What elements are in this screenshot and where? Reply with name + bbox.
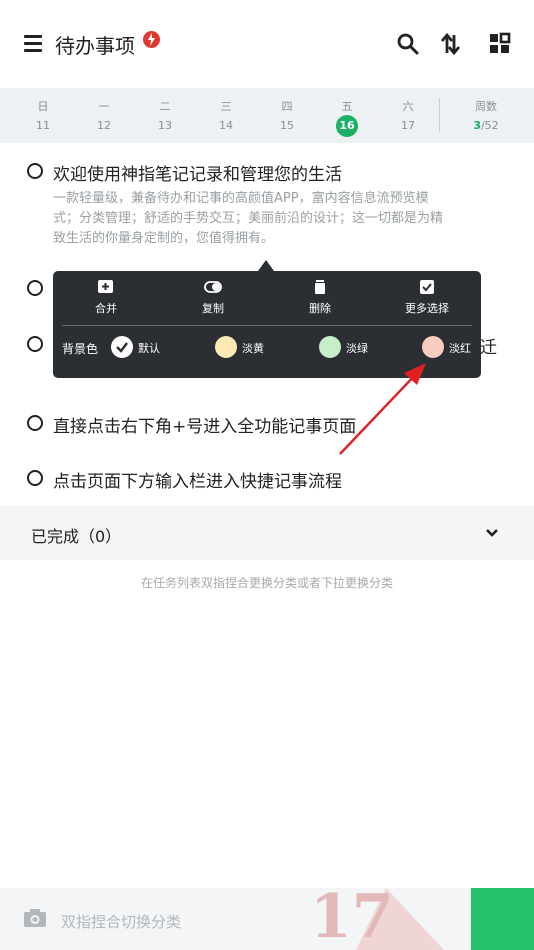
merge-button[interactable]: 合并: [71, 279, 141, 316]
chevron-down-icon[interactable]: [485, 526, 499, 540]
camera-icon[interactable]: [23, 908, 47, 928]
today-badge: 16: [336, 115, 358, 137]
merge-icon: [98, 280, 113, 293]
swatch-dot: [215, 336, 237, 358]
check-icon: [116, 342, 128, 353]
task-checkbox[interactable]: [27, 470, 43, 486]
task-description: 一款轻量级，兼备待办和记事的高颜值APP，富内容信息流预览模 式；分类管理；舒适…: [53, 191, 444, 246]
sort-icon[interactable]: [439, 32, 463, 56]
hint-text: 在任务列表双指捏合更换分类或者下拉更换分类: [140, 576, 393, 590]
swatch-dot: [422, 336, 444, 358]
grid-icon[interactable]: [488, 32, 512, 56]
add-note-button[interactable]: [471, 888, 534, 950]
delete-button[interactable]: 删除: [285, 279, 355, 316]
app-header: 待办事项: [0, 0, 534, 88]
task-checkbox[interactable]: [27, 163, 43, 179]
search-icon[interactable]: [396, 32, 420, 56]
week-done: 3: [473, 119, 481, 132]
week-calendar: 日 11 一 12 二 13 三 14 四 15 五 16 六 17 周数 3/52: [0, 88, 534, 143]
copy-icon: [204, 281, 222, 293]
trash-icon: [315, 280, 325, 294]
context-menu: 合并 复制 删除 更多选择 背景色 默认 淡黄 淡绿 淡红: [53, 271, 481, 378]
quick-input-placeholder: 双指捏合切换分类: [61, 913, 182, 931]
swatch-dot: [319, 336, 341, 358]
completed-label: 已完成（0）: [31, 527, 122, 546]
background-color-label: 背景色: [62, 342, 99, 356]
task-checkbox[interactable]: [27, 336, 43, 352]
more-select-button[interactable]: 更多选择: [392, 279, 462, 316]
task-title: 直接点击右下角+号进入全功能记事页面: [53, 417, 357, 437]
watermark-logo: 17: [310, 882, 394, 950]
calendar-divider: [439, 98, 440, 132]
task-title: 迁: [480, 338, 497, 358]
week-total: /52: [480, 119, 499, 132]
popup-divider: [62, 325, 472, 326]
task-checkbox[interactable]: [27, 280, 43, 296]
task-checkbox[interactable]: [27, 415, 43, 431]
checkbox-icon: [420, 280, 434, 294]
fire-icon: [143, 31, 160, 48]
quick-input-bar[interactable]: 双指捏合切换分类: [0, 888, 534, 950]
task-title: 欢迎使用神指笔记记录和管理您的生活: [53, 165, 342, 185]
swatch-dot: [111, 336, 133, 358]
popup-pointer: [258, 260, 274, 271]
menu-icon[interactable]: [24, 35, 42, 52]
completed-section[interactable]: 已完成（0）: [0, 506, 534, 560]
copy-button[interactable]: 复制: [178, 279, 248, 316]
task-title: 点击页面下方输入栏进入快捷记事流程: [53, 472, 342, 492]
page-title: 待办事项: [55, 34, 135, 58]
